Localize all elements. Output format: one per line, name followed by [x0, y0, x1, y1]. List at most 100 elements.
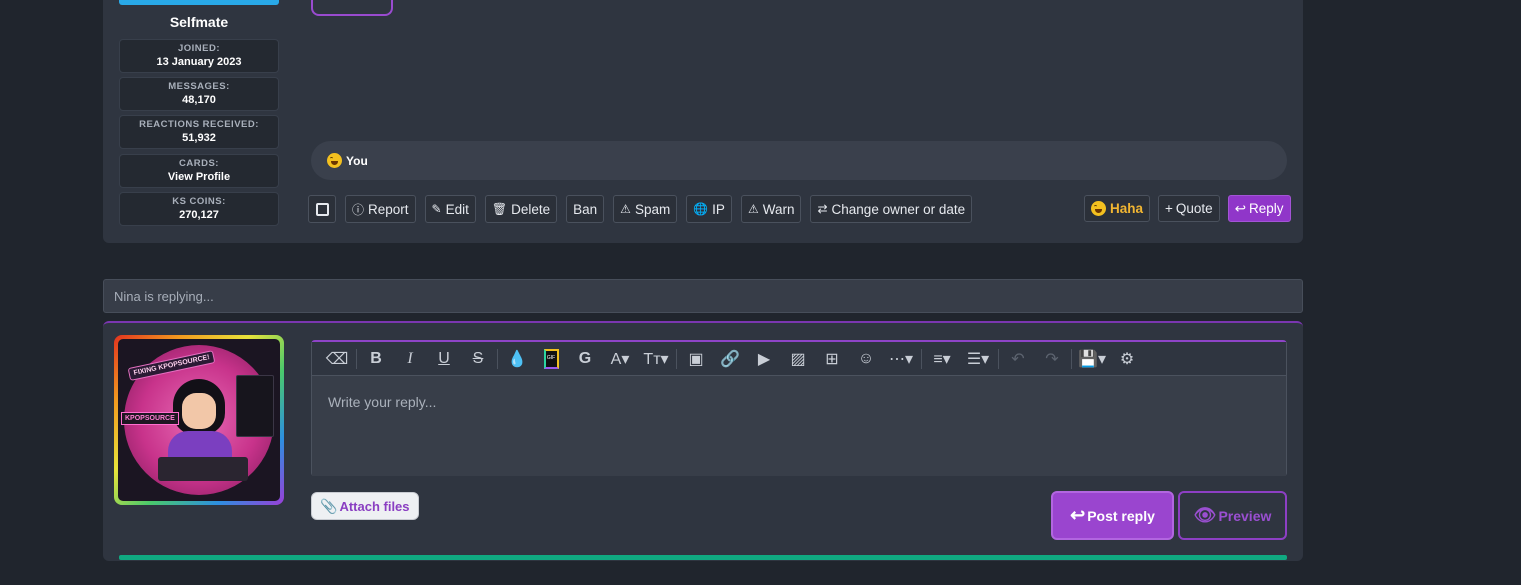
post-actions: ⓘ Report ✎ Edit 🗑 Delete Ban ⚠ Spam 🌐 IP ⚠ War… — [308, 195, 981, 223]
ban-label: Ban — [573, 201, 598, 217]
settings-icon[interactable]: ⚙ — [1110, 344, 1144, 374]
color-icon[interactable]: 💧 — [500, 344, 534, 374]
avatar[interactable]: FIXING KPOPSOURCE! KPOPSOURCE — [114, 335, 284, 505]
username[interactable]: Selfmate — [119, 14, 279, 30]
ban-button[interactable]: Ban — [566, 195, 605, 223]
paperclip-icon: 📎 — [320, 497, 338, 514]
reply-icon: ↩ — [1070, 505, 1086, 525]
avatar-laptop — [158, 457, 248, 481]
quote-label: Quote — [1175, 201, 1213, 216]
attach-label: Attach files — [339, 498, 410, 514]
delete-button[interactable]: 🗑 Delete — [484, 195, 558, 223]
spoiler-button[interactable] — [311, 0, 393, 16]
toolbar-divider — [921, 348, 922, 369]
edit-button[interactable]: ✎ Edit — [424, 195, 476, 223]
stat-label: KS COINS: — [172, 196, 226, 207]
avatar-label: KPOPSOURCE — [121, 412, 179, 425]
toolbar-divider — [676, 348, 677, 369]
quote-button[interactable]: + Quote — [1158, 195, 1220, 222]
view-profile-link[interactable]: View Profile — [120, 171, 278, 183]
giphy-badge: GIF — [543, 348, 559, 369]
edit-icon: ✎ — [431, 202, 442, 216]
post-right-actions: Haha + Quote ↩ Reply — [1084, 195, 1291, 222]
reply-button[interactable]: ↩ Reply — [1227, 195, 1291, 222]
spam-button[interactable]: ⚠ Spam — [613, 195, 678, 223]
redo-icon[interactable]: ↷ — [1035, 344, 1069, 374]
haha-emoji-icon — [1091, 201, 1106, 216]
spam-label: Spam — [634, 201, 671, 217]
underline-icon[interactable]: U — [427, 344, 461, 374]
stat-value[interactable]: 48,170 — [120, 94, 278, 106]
italic-icon[interactable]: I — [393, 344, 427, 374]
image-icon[interactable]: ▨ — [781, 344, 815, 374]
globe-icon: 🌐 — [693, 202, 709, 216]
toolbar-divider — [998, 348, 999, 369]
media-icon[interactable]: ▣ — [679, 344, 713, 374]
ip-button[interactable]: 🌐 IP — [686, 195, 732, 223]
ip-label: IP — [712, 201, 725, 217]
undo-icon[interactable]: ↶ — [1001, 344, 1035, 374]
bold-icon[interactable]: B — [359, 344, 393, 374]
text-style-icon[interactable]: Tт▾ — [638, 344, 674, 374]
emoji-icon[interactable]: ☺ — [849, 344, 883, 374]
google-icon[interactable]: G — [568, 344, 602, 374]
strikethrough-icon[interactable]: S — [461, 344, 495, 374]
giphy-icon[interactable]: GIF — [534, 344, 568, 374]
align-icon[interactable]: ≡▾ — [924, 344, 960, 374]
link-icon[interactable]: 🔗 — [713, 344, 747, 374]
stat-label: CARDS: — [179, 158, 219, 169]
warn-label: Warn — [762, 201, 795, 217]
avatar-image: FIXING KPOPSOURCE! KPOPSOURCE — [118, 339, 280, 501]
eye-icon: 👁 — [1193, 505, 1217, 525]
stat-messages: MESSAGES: 48,170 — [119, 77, 279, 111]
font-size-icon[interactable]: A▾ — [602, 344, 638, 374]
haha-reaction-button[interactable]: Haha — [1084, 195, 1151, 222]
haha-label: Haha — [1110, 201, 1144, 216]
reply-icon: ↩ — [1234, 200, 1246, 216]
report-icon: ⓘ — [352, 202, 365, 217]
list-icon[interactable]: ☰▾ — [960, 344, 996, 374]
edit-label: Edit — [445, 201, 469, 217]
post-reply-label: Post reply — [1087, 507, 1155, 524]
avatar-face — [182, 393, 216, 429]
quick-reply-form: FIXING KPOPSOURCE! KPOPSOURCE ⌫ B I U S … — [103, 321, 1303, 561]
toolbar-divider — [497, 348, 498, 369]
toolbar-divider — [356, 348, 357, 369]
toolbar-divider — [1071, 348, 1072, 369]
stat-joined: JOINED: 13 January 2023 — [119, 39, 279, 73]
stat-value: 13 January 2023 — [156, 56, 242, 68]
report-button[interactable]: ⓘ Report — [345, 195, 416, 223]
avatar-panel — [236, 375, 274, 437]
attach-files-button[interactable]: 📎 Attach files — [311, 492, 419, 520]
table-icon[interactable]: ⊞ — [815, 344, 849, 374]
stat-label: JOINED: — [177, 43, 221, 54]
reply-label: Reply — [1249, 201, 1284, 216]
select-checkbox[interactable] — [308, 195, 336, 223]
change-owner-label: Change owner or date — [831, 201, 966, 217]
eraser-icon[interactable]: ⌫ — [320, 344, 354, 374]
reply-textarea[interactable]: Write your reply... — [312, 376, 1286, 476]
change-owner-button[interactable]: ⇄ Change owner or date — [810, 195, 973, 223]
drafts-icon[interactable]: 💾▾ — [1074, 344, 1110, 374]
warning-icon: ⚠ — [747, 202, 759, 216]
typing-indicator: Nina is replying... — [103, 279, 1303, 313]
stat-cards: CARDS: View Profile — [119, 154, 279, 188]
warning-icon: ⚠ — [620, 202, 631, 216]
video-icon[interactable]: ▶ — [747, 344, 781, 374]
swap-icon: ⇄ — [817, 202, 828, 216]
preview-button[interactable]: 👁 Preview — [1178, 491, 1287, 540]
post-reply-button[interactable]: ↩ Post reply — [1051, 491, 1174, 540]
preview-label: Preview — [1218, 507, 1272, 524]
stat-value: 270,127 — [179, 209, 219, 221]
more-icon[interactable]: ⋯▾ — [883, 344, 919, 374]
reactions-bar[interactable]: You — [311, 141, 1287, 180]
delete-label: Delete — [511, 201, 551, 217]
warn-button[interactable]: ⚠ Warn — [740, 195, 802, 223]
trash-icon: 🗑 — [491, 202, 508, 216]
stat-ks-coins: KS COINS: 270,127 — [119, 192, 279, 226]
report-label: Report — [368, 201, 409, 217]
stat-label: REACTIONS RECEIVED: — [139, 119, 259, 130]
form-bottom-bar — [119, 555, 1287, 560]
stat-label: MESSAGES: — [168, 81, 230, 92]
reactions-summary[interactable]: You — [346, 154, 368, 168]
